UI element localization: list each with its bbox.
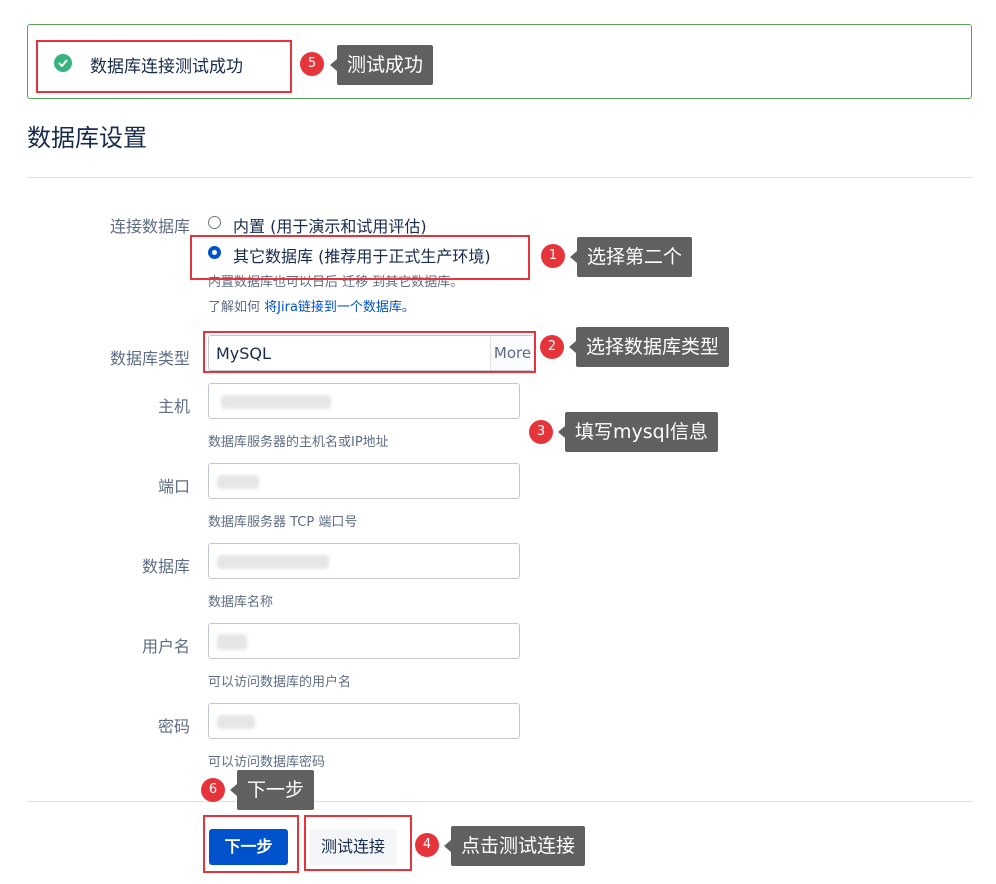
port-help: 数据库服务器 TCP 端口号 [208,515,358,530]
connection-label: 连接数据库 [109,217,190,236]
annotation-tip-4: 点击测试连接 [443,826,586,866]
db-type-label: 数据库类型 [109,349,190,368]
annotation-badge-3: 3 [529,420,553,444]
password-input[interactable] [208,703,520,739]
annotation-box-success [36,40,292,93]
port-label: 端口 [157,477,190,496]
annotation-box-next [203,815,299,873]
annotation-box-db-type [203,331,536,373]
port-input[interactable] [208,463,520,499]
annotation-badge-1: 1 [541,244,565,268]
username-label: 用户名 [141,637,190,656]
annotation-badge-5: 5 [300,52,324,76]
password-label: 密码 [157,717,190,736]
host-label: 主机 [157,397,190,416]
annotation-badge-6: 6 [201,778,225,802]
learn-link[interactable]: 将Jira链接到一个数据库。 [264,300,415,315]
footer-divider [27,801,973,802]
username-help: 可以访问数据库的用户名 [208,675,352,690]
learn-prefix: 了解如何 [208,300,261,315]
annotation-badge-2: 2 [540,335,564,359]
host-input[interactable] [208,383,520,419]
annotation-tip-3: 填写mysql信息 [558,412,718,452]
annotation-tip-2: 选择数据库类型 [568,327,730,367]
database-input[interactable] [208,543,520,579]
annotation-box-radio [190,235,530,280]
annotation-badge-4: 4 [415,833,439,857]
database-help: 数据库名称 [208,595,274,610]
database-label: 数据库 [141,557,190,576]
heading-divider [27,177,973,178]
annotation-tip-1: 选择第二个 [569,237,693,277]
password-help: 可以访问数据库密码 [208,755,326,770]
connection-help-learn: 了解如何 将Jira链接到一个数据库。 [208,296,415,315]
annotation-tip-6: 下一步 [229,770,315,810]
host-help: 数据库服务器的主机名或IP地址 [208,435,389,450]
radio-builtin-label[interactable]: 内置 (用于演示和试用评估) [233,213,427,237]
radio-builtin[interactable] [208,216,221,229]
page-title: 数据库设置 [27,124,147,152]
username-input[interactable] [208,623,520,659]
annotation-box-test [304,815,412,871]
annotation-tip-5: 测试成功 [329,45,434,85]
